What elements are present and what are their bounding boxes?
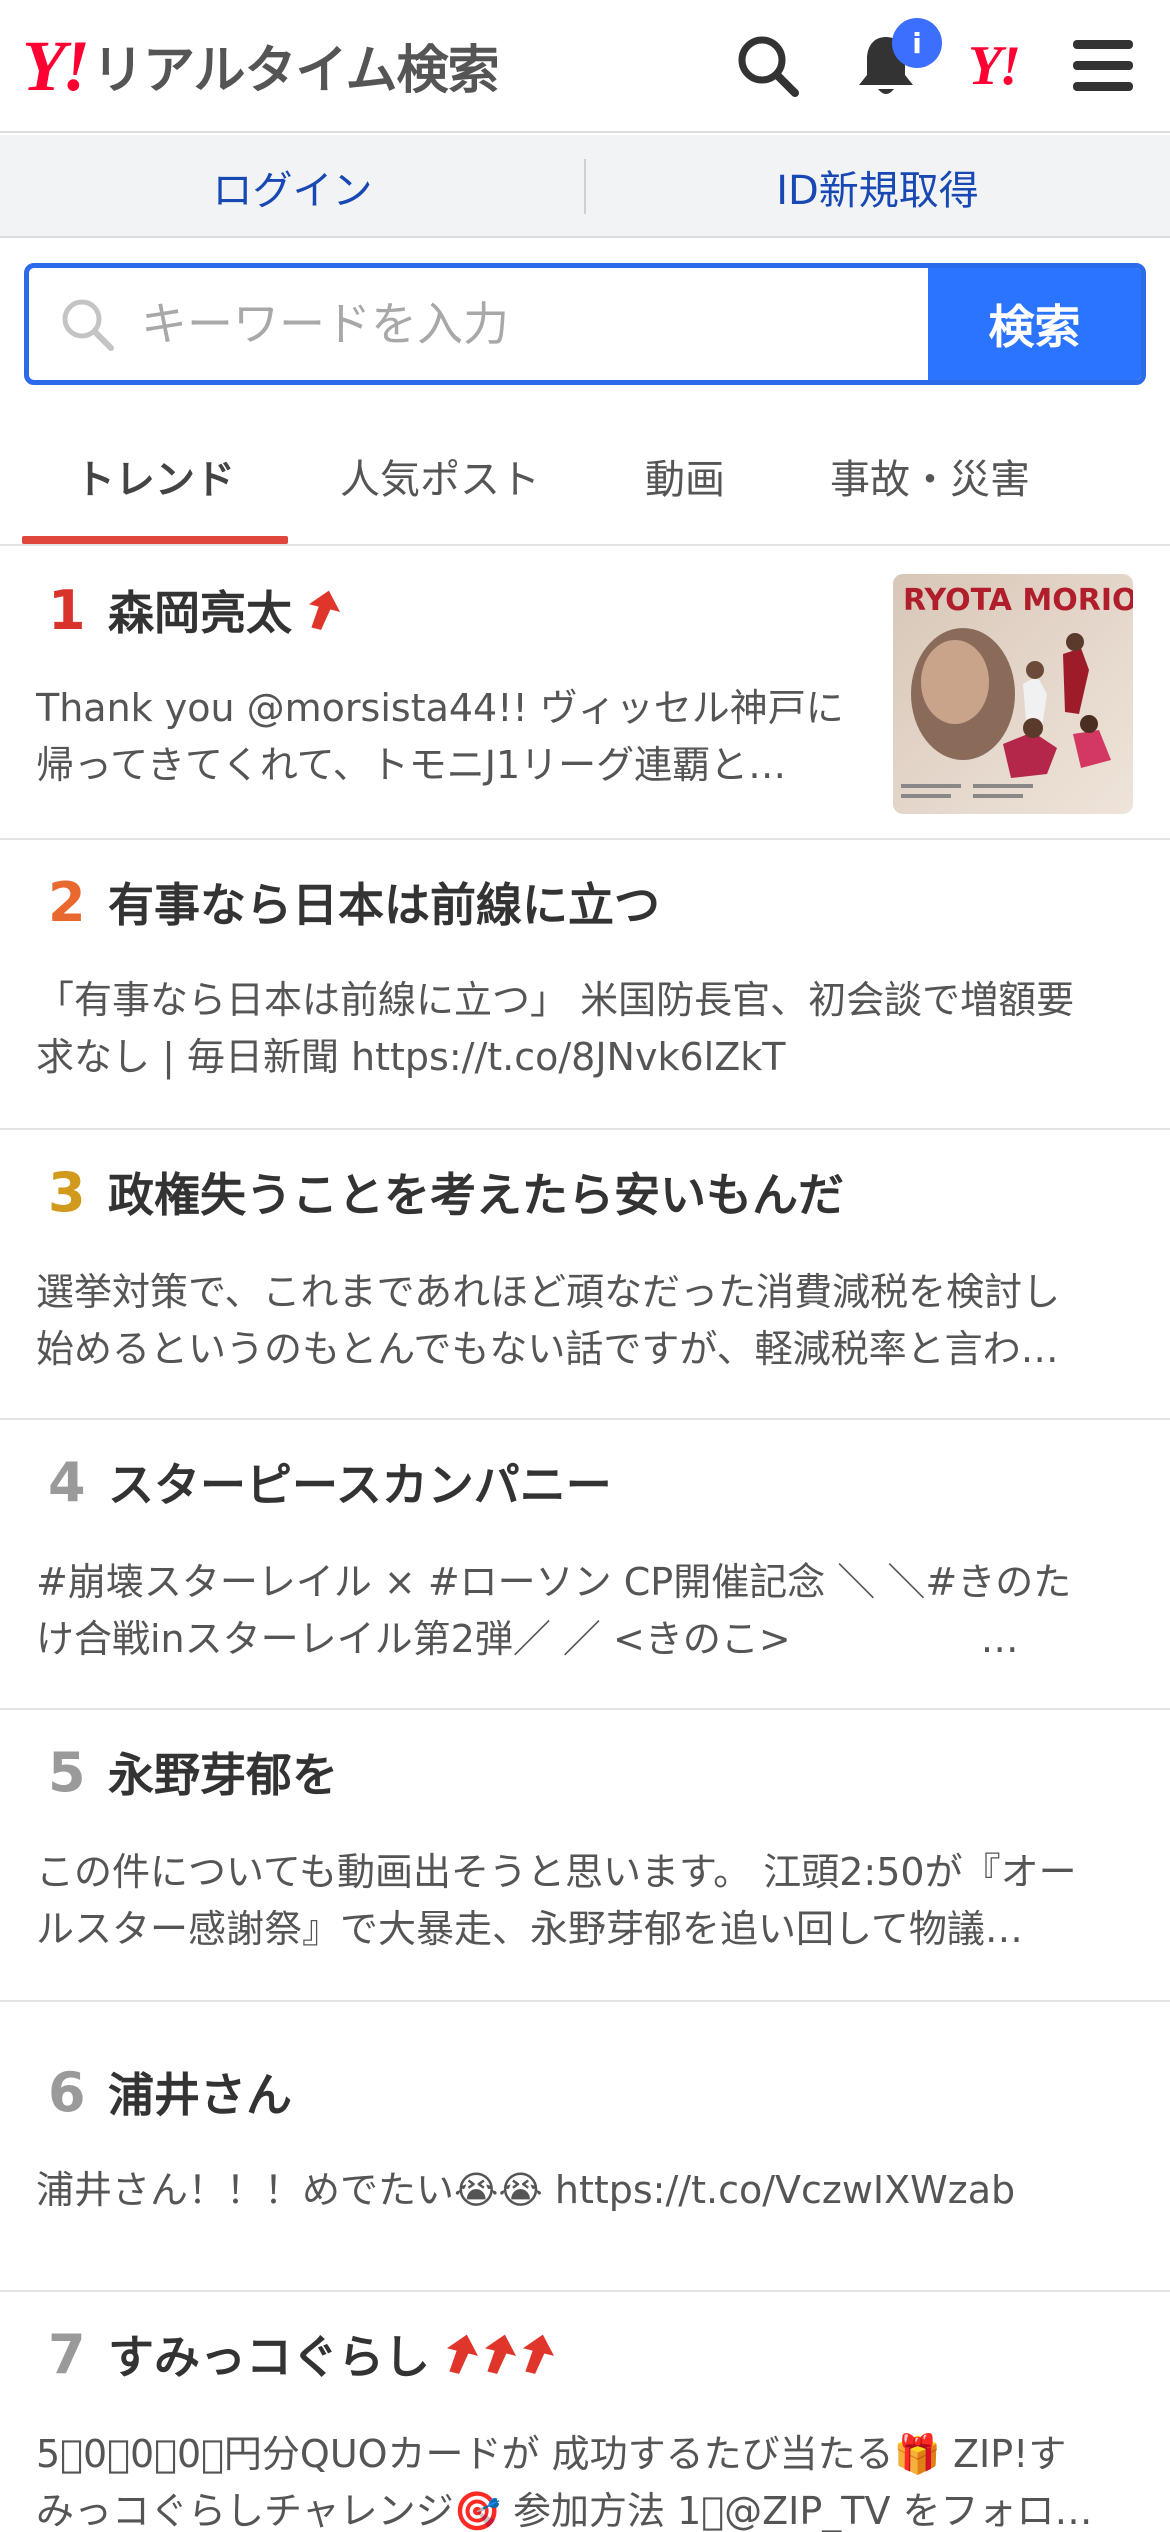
up-arrow-icon bbox=[444, 2332, 482, 2388]
search-icon[interactable] bbox=[730, 28, 806, 104]
up-arrow-icon bbox=[306, 588, 344, 644]
trend-rank: 5 bbox=[48, 1741, 86, 1804]
trend-title-text: すみっコぐらし bbox=[108, 2330, 430, 2384]
trend-title-text: 浦井さん bbox=[108, 2068, 292, 2122]
tab-popular-posts[interactable]: 人気ポスト bbox=[300, 408, 580, 544]
hamburger-menu-icon[interactable] bbox=[1065, 28, 1141, 104]
trend-description: 選挙対策で、これまであれほど頑なだった消費減税を検討し始めるというのもとんでもな… bbox=[36, 1270, 1061, 1371]
trend-title: スターピースカンパニー bbox=[108, 1458, 612, 1513]
search-input[interactable] bbox=[141, 268, 941, 380]
trend-title: 永野芽郁を bbox=[108, 1748, 338, 1803]
app-header: Y! リアルタイム検索 i Y! bbox=[0, 0, 1170, 133]
trend-title: 政権失うことを考えたら安いもんだ bbox=[108, 1168, 844, 1223]
tab-videos[interactable]: 動画 bbox=[590, 408, 780, 544]
logo-title: リアルタイム検索 bbox=[92, 41, 499, 101]
trend-item-2[interactable]: 2 有事なら日本は前線に立つ 「有事なら日本は前線に立つ」 米国防長官、初会談で… bbox=[0, 840, 1170, 1130]
trend-rank: 1 bbox=[48, 579, 86, 642]
trend-rank: 4 bbox=[48, 1451, 86, 1514]
yahoo-logo-mark: Y! bbox=[22, 25, 90, 106]
search-button[interactable]: 検索 bbox=[928, 268, 1141, 380]
trend-description: #崩壊スターレイル × #ローソン CP開催記念 ＼ ＼#きのたけ合戦inスター… bbox=[36, 1560, 1072, 1661]
trend-item-7[interactable]: 7 すみっコぐらし 5⃣0⃣0⃣0⃣円分QUOカードが 成功するたび当たる🎁 Z… bbox=[0, 2292, 1170, 2532]
trend-title: 有事なら日本は前線に立つ bbox=[108, 878, 660, 933]
trend-title-text: 森岡亮太 bbox=[108, 586, 292, 640]
trend-description: Thank you @morsista44!! ヴィッセル神戸に帰ってきてくれて… bbox=[36, 686, 844, 787]
trend-item-5[interactable]: 5 永野芽郁を この件についても動画出そうと思います。 江頭2:50が『オールス… bbox=[0, 1710, 1170, 2002]
trend-rank: 6 bbox=[48, 2061, 86, 2124]
yahoo-mark-icon[interactable]: Y! bbox=[968, 38, 1021, 94]
trend-description: この件についても動画出そうと思います。 江頭2:50が『オールスター感謝祭』で大… bbox=[36, 1850, 1077, 1951]
search-box: 検索 bbox=[24, 263, 1146, 385]
signup-link[interactable]: ID新規取得 bbox=[585, 135, 1170, 238]
active-tab-indicator bbox=[22, 536, 288, 544]
trend-up-arrows bbox=[306, 588, 344, 644]
trend-title-text: 政権失うことを考えたら安いもんだ bbox=[108, 1168, 844, 1222]
trend-title-text: スターピースカンパニー bbox=[108, 1458, 612, 1512]
trend-rank: 2 bbox=[48, 871, 86, 934]
trend-thumbnail[interactable]: RYOTA MORIOKA bbox=[893, 574, 1133, 814]
thumbnail-text: RYOTA MORIOKA bbox=[903, 583, 1133, 618]
trend-item-6[interactable]: 6 浦井さん 浦井さん！！！めでたい😭😭 https://t.co/VczwIX… bbox=[0, 2002, 1170, 2292]
category-tabs: トレンド 人気ポスト 動画 事故・災害 bbox=[0, 408, 1170, 546]
trend-title: すみっコぐらし bbox=[108, 2330, 558, 2389]
tab-accidents-disasters[interactable]: 事故・災害 bbox=[790, 408, 1070, 544]
login-link[interactable]: ログイン bbox=[0, 135, 585, 238]
search-field-icon bbox=[59, 296, 115, 352]
notification-badge[interactable]: i bbox=[892, 18, 942, 68]
trend-title-text: 永野芽郁を bbox=[108, 1748, 338, 1802]
trend-item-3[interactable]: 3 政権失うことを考えたら安いもんだ 選挙対策で、これまであれほど頑なだった消費… bbox=[0, 1130, 1170, 1420]
account-bar: ログイン ID新規取得 bbox=[0, 135, 1170, 238]
trend-title-text: 有事なら日本は前線に立つ bbox=[108, 878, 660, 932]
yahoo-realtime-logo[interactable]: Y! リアルタイム検索 bbox=[22, 25, 499, 106]
trend-description: 浦井さん！！！めでたい😭😭 https://t.co/VczwIXWzab bbox=[36, 2168, 1016, 2212]
trend-description: 「有事なら日本は前線に立つ」 米国防長官、初会談で増額要求なし | 毎日新聞 h… bbox=[36, 978, 1075, 1079]
trend-up-arrows bbox=[444, 2332, 558, 2388]
trend-item-4[interactable]: 4 スターピースカンパニー #崩壊スターレイル × #ローソン CP開催記念 ＼… bbox=[0, 1420, 1170, 1710]
trend-item-1[interactable]: 1 森岡亮太 Thank you @morsista44!! ヴィッセル神戸に帰… bbox=[0, 548, 1170, 840]
tab-trend[interactable]: トレンド bbox=[22, 408, 288, 544]
up-arrow-icon bbox=[520, 2332, 558, 2388]
trend-rank: 3 bbox=[48, 1161, 86, 1224]
up-arrow-icon bbox=[482, 2332, 520, 2388]
trend-title: 森岡亮太 bbox=[108, 586, 344, 645]
trend-rank: 7 bbox=[48, 2323, 86, 2386]
trend-description: 5⃣0⃣0⃣0⃣円分QUOカードが 成功するたび当たる🎁 ZIP!すみっコぐらし… bbox=[36, 2432, 1093, 2532]
trend-title: 浦井さん bbox=[108, 2068, 292, 2123]
